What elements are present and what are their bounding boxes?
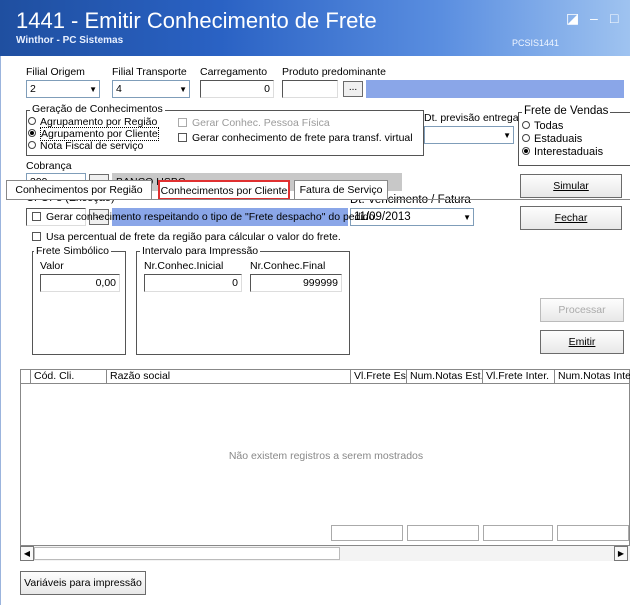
filial-origem-value: 2	[30, 83, 36, 95]
tab-fatura-servico[interactable]: Fatura de Serviço	[294, 180, 388, 200]
radio-nota-fiscal-servico[interactable]: Nota Fiscal de serviço	[28, 140, 143, 152]
radio-label: Interestaduais	[534, 146, 604, 158]
restore-icon[interactable]: ◪	[566, 10, 579, 27]
nr-final-label: Nr.Conhec.Final	[250, 260, 326, 272]
filial-transporte-value: 4	[116, 83, 122, 95]
tab-conhecimentos-regiao[interactable]: Conhecimentos por Região	[6, 180, 152, 200]
grid-col-vl-frete-inter[interactable]: Vl.Frete Inter.	[483, 370, 555, 384]
checkbox-icon	[32, 231, 41, 241]
cobranca-label: Cobrança	[26, 160, 72, 172]
radio-icon	[28, 117, 36, 126]
carregamento-input[interactable]: 0	[200, 80, 274, 98]
valor-input[interactable]: 0,00	[40, 274, 120, 292]
results-grid[interactable]: Cód. Cli. Razão social Vl.Frete Est. Num…	[20, 369, 630, 561]
valor-label: Valor	[40, 260, 64, 272]
chk-pessoa-fisica[interactable]: Gerar Conhec. Pessoa Física	[178, 117, 330, 129]
chk-frete-despacho[interactable]: Gerar conhecimento respeitando o tipo de…	[32, 211, 377, 223]
checkbox-label: Gerar conhecimento respeitando o tipo de…	[46, 211, 378, 223]
radio-label: Nota Fiscal de serviço	[40, 140, 144, 152]
radio-todas[interactable]: Todas	[522, 120, 563, 132]
produto-lookup-button[interactable]: ...	[343, 81, 363, 97]
nr-final-input[interactable]: 999999	[250, 274, 342, 292]
chevron-down-icon: ▼	[503, 131, 511, 140]
grid-footer-cell	[557, 525, 629, 541]
radio-icon	[522, 121, 530, 130]
chk-percentual-regiao[interactable]: Usa percentual de frete da região para c…	[32, 231, 341, 243]
fechar-button[interactable]: Fechar	[520, 206, 622, 230]
radio-interestaduais[interactable]: Interestaduais	[522, 146, 603, 158]
grid-col-cod-cli[interactable]: Cód. Cli.	[31, 370, 107, 384]
title-bar[interactable]: 1441 - Emitir Conhecimento de Frete Wint…	[0, 0, 630, 56]
scroll-left-icon[interactable]: ◀	[20, 546, 34, 561]
grid-footer-cell	[331, 525, 403, 541]
radio-label: Estaduais	[534, 133, 583, 145]
minimize-icon[interactable]: –	[590, 10, 598, 26]
chevron-down-icon: ▼	[463, 213, 471, 222]
window-left-border	[0, 56, 1, 605]
checkbox-label: Gerar conhecimento de frete para transf.…	[192, 132, 413, 144]
filial-transporte-label: Filial Transporte	[112, 66, 187, 78]
radio-agrupamento-cliente[interactable]: Agrupamento por Cliente	[28, 127, 159, 141]
radio-icon	[522, 134, 530, 143]
checkbox-label: Usa percentual de frete da região para c…	[46, 231, 341, 243]
frete-vendas-title: Frete de Vendas	[522, 105, 611, 117]
checkbox-label: Gerar Conhec. Pessoa Física	[192, 117, 330, 129]
nr-inicial-input[interactable]: 0	[144, 274, 242, 292]
frete-simbolico-title: Frete Simbólico	[34, 245, 111, 257]
scroll-right-icon[interactable]: ▶	[614, 546, 628, 561]
emitir-button[interactable]: Emitir	[540, 330, 624, 354]
dt-previsao-select[interactable]: ▼	[424, 126, 514, 144]
filial-origem-label: Filial Origem	[26, 66, 85, 78]
produto-description	[366, 80, 624, 98]
grid-col-num-notas-inter[interactable]: Num.Notas Inter.	[555, 370, 630, 384]
checkbox-icon	[32, 211, 41, 221]
variaveis-impressao-button[interactable]: Variáveis para impressão	[20, 571, 146, 595]
nr-inicial-label: Nr.Conhec.Inicial	[144, 260, 224, 272]
checkbox-icon	[178, 132, 187, 142]
checkbox-icon	[178, 117, 187, 127]
grid-row-indicator	[21, 370, 31, 384]
tab-divider	[6, 199, 630, 200]
produto-label: Produto predominante	[282, 66, 386, 78]
chevron-down-icon: ▼	[89, 85, 97, 94]
intervalo-title: Intervalo para Impressão	[140, 245, 261, 257]
filial-transporte-select[interactable]: 4 ▼	[112, 80, 190, 98]
window-title: 1441 - Emitir Conhecimento de Frete	[16, 8, 377, 33]
grid-col-vl-frete-est[interactable]: Vl.Frete Est.	[351, 370, 407, 384]
radio-checked-icon	[522, 147, 530, 156]
produto-input[interactable]	[282, 80, 338, 98]
processar-button[interactable]: Processar	[540, 298, 624, 322]
simular-button[interactable]: Simular	[520, 174, 622, 198]
grid-footer-cell	[483, 525, 553, 541]
grid-footer-cell	[407, 525, 479, 541]
tab-conhecimentos-cliente[interactable]: Conhecimentos por Cliente	[158, 180, 290, 200]
radio-estaduais[interactable]: Estaduais	[522, 133, 582, 145]
grid-horizontal-scrollbar[interactable]: ◀ ▶	[20, 545, 630, 561]
window-subtitle: Winthor - PC Sistemas	[16, 35, 124, 46]
program-code: PCSIS1441	[512, 38, 560, 48]
dt-previsao-label: Dt. previsão entrega	[424, 112, 519, 124]
radio-label: Agrupamento por Cliente	[40, 127, 159, 141]
grid-empty-message: Não existem registros a serem mostrados	[228, 450, 424, 462]
chevron-down-icon: ▼	[179, 85, 187, 94]
filial-origem-select[interactable]: 2 ▼	[26, 80, 100, 98]
scroll-thumb[interactable]	[34, 547, 340, 560]
radio-checked-icon	[28, 129, 36, 138]
maximize-icon[interactable]: □	[610, 10, 618, 26]
grid-col-num-notas-est[interactable]: Num.Notas Est.	[407, 370, 483, 384]
carregamento-label: Carregamento	[200, 66, 268, 78]
chk-transf-virtual[interactable]: Gerar conhecimento de frete para transf.…	[178, 132, 413, 144]
grid-col-razao-social[interactable]: Razão social	[107, 370, 351, 384]
app-window: 1441 - Emitir Conhecimento de Frete Wint…	[0, 0, 630, 605]
geracao-title: Geração de Conhecimentos	[30, 103, 165, 115]
radio-icon	[28, 141, 36, 150]
radio-label: Todas	[534, 120, 564, 132]
